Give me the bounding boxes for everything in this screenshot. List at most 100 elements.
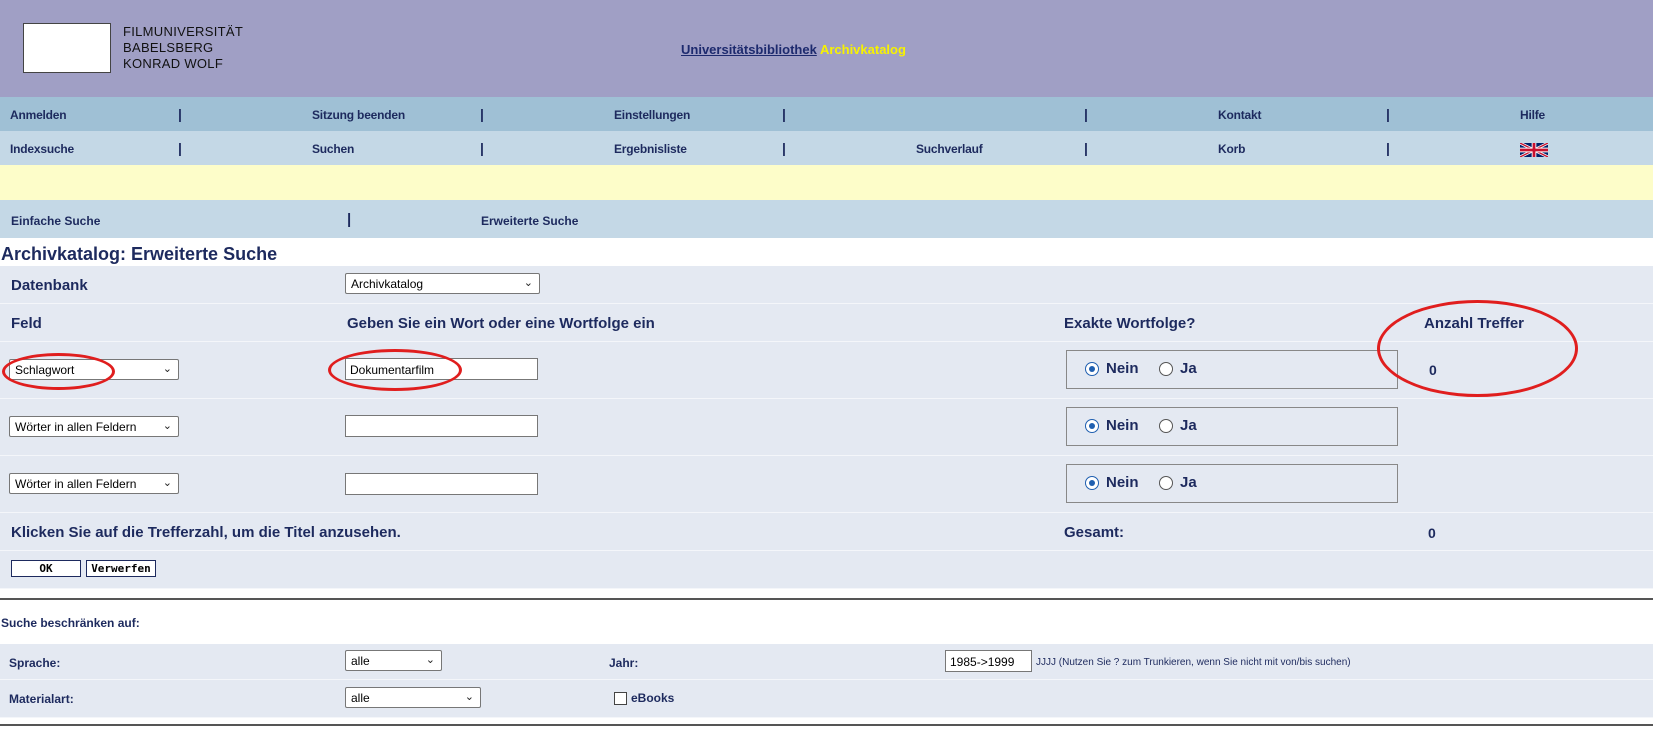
exact-column-header: Exakte Wortfolge? [1064, 315, 1196, 332]
nav-row-search: Indexsuche | Suchen | Ergebnisliste | Su… [0, 131, 1653, 165]
year-input[interactable]: 1985->1999 [945, 650, 1032, 672]
nav-end-session[interactable]: Sitzung beenden [312, 108, 405, 122]
nav-separator: | [782, 106, 786, 122]
divider [0, 724, 1653, 726]
material-select-value: alle [351, 691, 370, 705]
radio-yes-label: Ja [1180, 417, 1197, 434]
radio-no[interactable] [1085, 476, 1099, 490]
total-hit-count[interactable]: 0 [1428, 525, 1436, 541]
query-input[interactable] [345, 415, 538, 437]
material-label: Materialart: [9, 692, 74, 706]
chevron-down-icon: ⌄ [464, 691, 474, 703]
tab-simple-search[interactable]: Einfache Suche [11, 214, 100, 228]
radio-yes[interactable] [1159, 476, 1173, 490]
divider [0, 598, 1653, 600]
search-row: Wörter in allen Feldern ⌄ Nein Ja [0, 399, 1653, 456]
uk-flag-icon[interactable] [1520, 143, 1548, 157]
nav-separator: | [178, 106, 182, 122]
query-input-value: Dokumentarfilm [350, 363, 435, 377]
tab-advanced-search[interactable]: Erweiterte Suche [481, 214, 578, 228]
nav-separator: | [1084, 106, 1088, 122]
nav-login[interactable]: Anmelden [10, 108, 67, 122]
header-title: Universitätsbibliothek Archivkatalog [681, 42, 906, 57]
radio-no-label: Nein [1106, 474, 1139, 491]
database-select[interactable]: Archivkatalog ⌄ [345, 273, 540, 294]
logo-line-1: FILMUNIVERSITÄT [123, 24, 244, 39]
chevron-down-icon: ⌄ [162, 420, 172, 432]
search-row: Wörter in allen Feldern ⌄ Nein Ja [0, 456, 1653, 513]
nav-separator: | [1084, 140, 1088, 156]
exact-phrase-group: Nein Ja [1066, 407, 1398, 446]
nav-separator: | [178, 140, 182, 156]
language-year-row: Sprache: alle ⌄ Jahr: 1985->1999 JJJJ (N… [0, 644, 1653, 680]
nav-help[interactable]: Hilfe [1520, 108, 1545, 122]
radio-yes[interactable] [1159, 419, 1173, 433]
field-select-value: Wörter in allen Feldern [15, 420, 137, 434]
radio-no-label: Nein [1106, 360, 1139, 377]
language-select-value: alle [351, 654, 370, 668]
database-select-value: Archivkatalog [351, 277, 424, 291]
year-input-value: 1985->1999 [950, 655, 1015, 669]
chevron-down-icon: ⌄ [425, 654, 435, 666]
nav-basket[interactable]: Korb [1218, 142, 1245, 156]
ebooks-label: eBooks [631, 691, 675, 705]
year-label: Jahr: [609, 656, 639, 670]
logo-image [23, 23, 111, 73]
column-header-row: Feld Geben Sie ein Wort oder eine Wortfo… [0, 304, 1653, 342]
library-link[interactable]: Universitätsbibliothek [681, 42, 817, 57]
database-label: Datenbank [11, 277, 88, 294]
chevron-down-icon: ⌄ [523, 277, 533, 289]
field-select-value: Wörter in allen Feldern [15, 477, 137, 491]
reset-button[interactable]: Verwerfen [86, 560, 156, 577]
chevron-down-icon: ⌄ [162, 363, 172, 375]
radio-no[interactable] [1085, 362, 1099, 376]
summary-row: Klicken Sie auf die Trefferzahl, um die … [0, 513, 1653, 551]
search-mode-tabs: Einfache Suche | Erweiterte Suche [0, 200, 1653, 238]
nav-index-search[interactable]: Indexsuche [10, 142, 74, 156]
language-select[interactable]: alle ⌄ [345, 650, 442, 671]
search-row: Schlagwort ⌄ Dokumentarfilm Nein Ja 0 [0, 342, 1653, 399]
page-title: Archivkatalog: Erweiterte Suche [1, 244, 278, 264]
material-row: Materialart: alle ⌄ eBooks [0, 680, 1653, 718]
nav-search-history[interactable]: Suchverlauf [916, 142, 983, 156]
nav-separator: | [480, 140, 484, 156]
nav-settings[interactable]: Einstellungen [614, 108, 690, 122]
ebooks-checkbox[interactable] [614, 692, 627, 705]
field-select[interactable]: Schlagwort ⌄ [9, 359, 179, 380]
nav-separator: | [1386, 140, 1390, 156]
query-input[interactable] [345, 473, 538, 495]
material-select[interactable]: alle ⌄ [345, 687, 481, 708]
logo-line-3: KONRAD WOLF [123, 56, 224, 71]
radio-no[interactable] [1085, 419, 1099, 433]
radio-yes[interactable] [1159, 362, 1173, 376]
field-select[interactable]: Wörter in allen Feldern ⌄ [9, 473, 179, 494]
nav-search[interactable]: Suchen [312, 142, 354, 156]
nav-separator: | [782, 140, 786, 156]
field-column-header: Feld [11, 315, 42, 332]
total-label: Gesamt: [1064, 524, 1125, 541]
query-column-header: Geben Sie ein Wort oder eine Wortfolge e… [347, 315, 655, 332]
hit-count-link[interactable]: 0 [1429, 362, 1437, 378]
radio-no-label: Nein [1106, 417, 1139, 434]
archive-catalog-label: Archivkatalog [819, 42, 906, 57]
nav-separator: | [1386, 106, 1390, 122]
ok-button[interactable]: OK [11, 560, 81, 577]
database-row: Datenbank Archivkatalog ⌄ [0, 266, 1653, 304]
nav-result-list[interactable]: Ergebnisliste [614, 142, 687, 156]
logo-text: FILMUNIVERSITÄT BABELSBERG KONRAD WOLF [123, 24, 243, 72]
limits-heading: Suche beschränken auf: [1, 616, 140, 630]
nav-row-account: Anmelden | Sitzung beenden | Einstellung… [0, 97, 1653, 131]
hits-column-header: Anzahl Treffer [1424, 315, 1525, 332]
year-hint: JJJJ (Nutzen Sie ? zum Trunkieren, wenn … [1036, 657, 1351, 668]
buttons-row: OK Verwerfen [0, 551, 1653, 589]
nav-separator: | [480, 106, 484, 122]
site-header: FILMUNIVERSITÄT BABELSBERG KONRAD WOLF U… [0, 0, 1653, 97]
field-select[interactable]: Wörter in allen Feldern ⌄ [9, 416, 179, 437]
language-label: Sprache: [9, 656, 61, 670]
nav-contact[interactable]: Kontakt [1218, 108, 1261, 122]
exact-phrase-group: Nein Ja [1066, 350, 1398, 389]
logo-line-2: BABELSBERG [123, 40, 214, 55]
chevron-down-icon: ⌄ [162, 477, 172, 489]
highlight-bar [0, 165, 1653, 200]
query-input[interactable]: Dokumentarfilm [345, 358, 538, 380]
